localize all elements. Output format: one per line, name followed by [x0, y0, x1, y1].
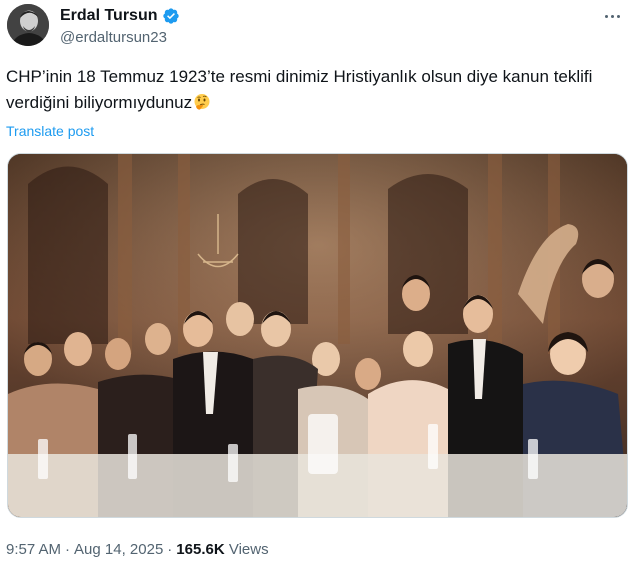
- thinking-face-icon: [194, 94, 210, 110]
- more-options-button[interactable]: [600, 6, 624, 26]
- tweet-text-content: CHP’inin 18 Temmuz 1923’te resmi dinimiz…: [6, 67, 593, 112]
- tweet-date[interactable]: Aug 14, 2025: [74, 541, 163, 558]
- views-label: Views: [228, 541, 269, 558]
- name-row: Erdal Tursun: [60, 6, 180, 26]
- verified-badge-icon[interactable]: [162, 7, 180, 25]
- tweet: Erdal Tursun @erdaltursun23 CHP’inin 18 …: [0, 0, 636, 564]
- tweet-meta: 9:57 AM · Aug 14, 2025 · 165.6K Views: [6, 540, 269, 560]
- display-name[interactable]: Erdal Tursun: [60, 6, 158, 26]
- meta-separator: ·: [167, 541, 173, 558]
- views-count: 165.6K: [176, 541, 225, 558]
- tweet-photo[interactable]: [7, 153, 628, 518]
- meta-separator: ·: [65, 541, 71, 558]
- tweet-time[interactable]: 9:57 AM: [6, 541, 61, 558]
- more-dot-icon: [604, 14, 608, 18]
- tweet-text: CHP’inin 18 Temmuz 1923’te resmi dinimiz…: [6, 64, 626, 116]
- more-dot-icon: [610, 14, 614, 18]
- more-dot-icon: [616, 14, 620, 18]
- translate-post-link[interactable]: Translate post: [6, 122, 94, 140]
- banquet-photo-image: [8, 154, 627, 517]
- avatar[interactable]: [7, 4, 49, 46]
- handle[interactable]: @erdaltursun23: [60, 29, 167, 47]
- avatar-image: [7, 4, 49, 46]
